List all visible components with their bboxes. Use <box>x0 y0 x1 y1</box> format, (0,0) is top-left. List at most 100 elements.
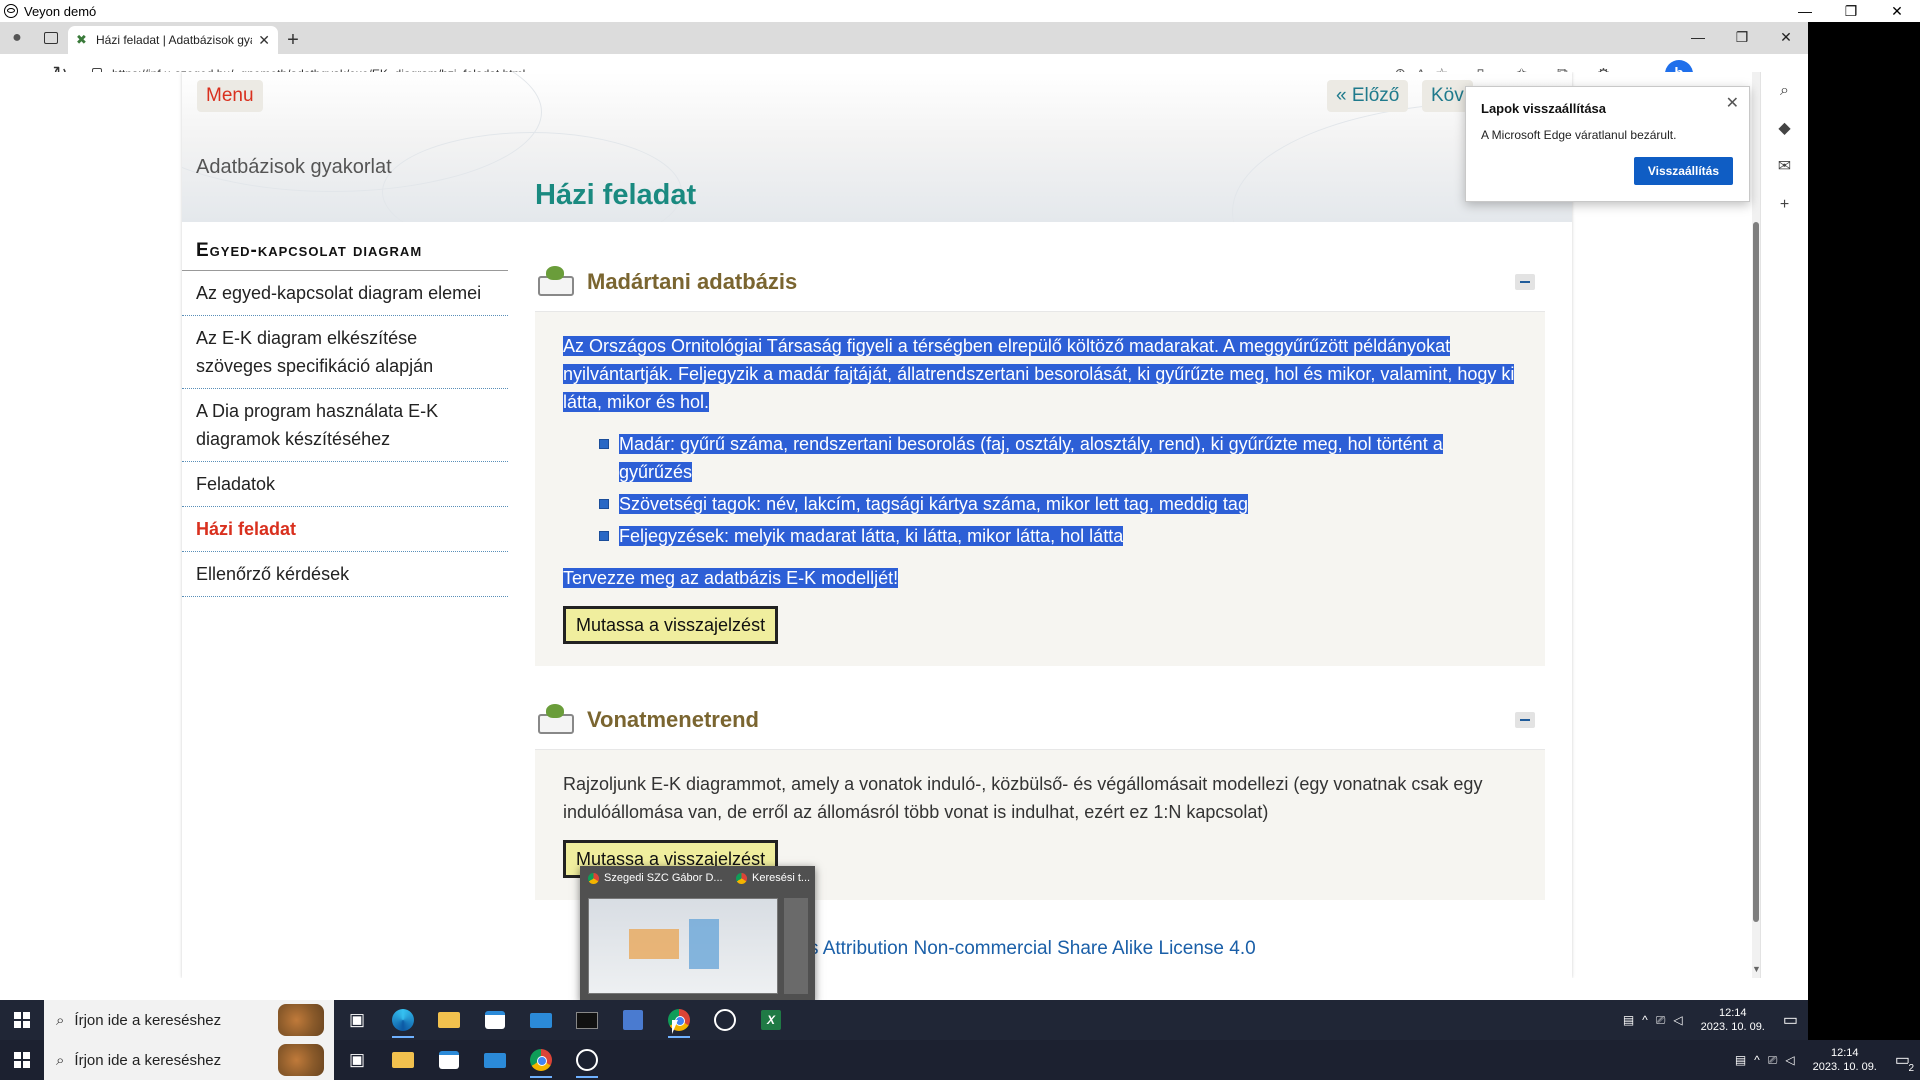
web-page: Menu « Előző Köv Adatbázisok gyakorlat H… <box>182 72 1572 978</box>
edge-window-controls: — ❐ ✕ <box>1676 22 1808 54</box>
page-viewport: Menu « Előző Köv Adatbázisok gyakorlat H… <box>0 72 1760 978</box>
veyon-titlebar: Veyon demó — ❐ ✕ <box>0 0 1920 22</box>
popup-title: Lapok visszaállítása <box>1481 101 1607 116</box>
veyon-icon[interactable] <box>564 1040 610 1080</box>
section-title: Vonatmenetrend <box>587 706 759 732</box>
attribute-list: Madár: gyűrű száma, rendszertani besorol… <box>599 430 1517 550</box>
outlook-icon[interactable]: ✉ <box>1761 148 1808 186</box>
save-icon[interactable] <box>610 1000 656 1040</box>
search-highlight-image <box>278 1044 324 1076</box>
windows-icon <box>14 1052 30 1068</box>
restore-tabs-popup: Lapok visszaállítása A Microsoft Edge vá… <box>1465 86 1750 202</box>
search-placeholder: Írjon ide a kereséshez <box>74 1051 222 1069</box>
store-icon[interactable] <box>472 1000 518 1040</box>
network-icon[interactable]: ⎚ <box>1656 1013 1666 1028</box>
veyon-icon[interactable] <box>702 1000 748 1040</box>
network-icon[interactable]: ⎚ <box>1768 1053 1778 1068</box>
start-button[interactable] <box>0 1040 44 1080</box>
system-tray: ▤ ^ ⎚ ◁ 12:14 2023. 10. 09. ▭ <box>1623 1000 1808 1040</box>
list-item: Madár: gyűrű száma, rendszertani besorol… <box>599 430 1517 486</box>
sidebar-item-tasks[interactable]: Feladatok <box>182 462 508 507</box>
sidebar-item-dia[interactable]: A Dia program használata E-K diagramok k… <box>182 389 508 462</box>
show-feedback-button[interactable]: Mutassa a visszajelzést <box>563 606 779 644</box>
popup-message: A Microsoft Edge váratlanul bezárult. <box>1481 128 1677 142</box>
edge-minimize-button[interactable]: — <box>1676 22 1720 54</box>
chrome-icon <box>588 872 599 884</box>
notification-icon[interactable]: ▭ <box>1783 1010 1798 1030</box>
store-icon[interactable] <box>426 1040 472 1080</box>
excel-icon[interactable]: X <box>748 1000 794 1040</box>
thumbnail-image-2 <box>784 898 808 994</box>
task-view-icon[interactable]: ▣ <box>334 1040 380 1080</box>
minimize-button[interactable]: — <box>1782 0 1828 22</box>
clock[interactable]: 12:14 2023. 10. 09. <box>1701 1006 1765 1034</box>
taskbar-search[interactable]: ⌕ Írjon ide a kereséshez <box>44 1000 334 1040</box>
restore-button[interactable]: Visszaállítás <box>1633 157 1733 185</box>
section-title: Madártani adatbázis <box>587 268 798 294</box>
taskbar-apps: ▣ X <box>334 1000 794 1040</box>
collapse-icon[interactable] <box>1515 274 1535 290</box>
sidebar-item-questions[interactable]: Ellenőrző kérdések <box>182 552 508 597</box>
file-explorer-icon[interactable] <box>426 1000 472 1040</box>
task-view-icon[interactable]: ▣ <box>334 1000 380 1040</box>
site-title[interactable]: Adatbázisok gyakorlat <box>196 156 392 179</box>
notification-icon[interactable]: ▭ 2 <box>1895 1050 1914 1074</box>
thumbnail-tab-1[interactable]: Szegedi SZC Gábor D... <box>588 872 728 884</box>
file-explorer-icon[interactable] <box>380 1040 426 1080</box>
clock[interactable]: 12:14 2023. 10. 09. <box>1813 1046 1877 1074</box>
close-button[interactable]: ✕ <box>1874 0 1920 22</box>
terminal-icon[interactable] <box>564 1000 610 1040</box>
sidebar-heading[interactable]: Egyed-kapcsolat diagram <box>182 222 508 271</box>
search-highlight-image <box>278 1004 324 1036</box>
thumbnail-tab-2[interactable]: Keresési t... <box>736 872 811 884</box>
section-bird-database: Madártani adatbázis Az Országos Ornitoló… <box>535 252 1545 666</box>
profile-icon[interactable]: ● <box>0 22 34 54</box>
keyboard-icon[interactable]: ▤ <box>1735 1053 1746 1067</box>
section-header: Madártani adatbázis <box>535 252 1545 312</box>
chrome-icon[interactable] <box>656 1000 702 1040</box>
previous-button[interactable]: « Előző <box>1327 80 1409 112</box>
volume-icon[interactable]: ◁ <box>1785 1053 1794 1067</box>
system-tray: ▤ ^ ⎚ ◁ 12:14 2023. 10. 09. ▭ 2 <box>1735 1040 1920 1080</box>
sidebar: Egyed-kapcsolat diagram Az egyed-kapcsol… <box>182 222 508 597</box>
mail-icon[interactable] <box>472 1040 518 1080</box>
veyon-icon <box>4 4 18 18</box>
tab-title: Házi feladat | Adatbázisok gyako <box>96 33 253 47</box>
taskbar-thumbnail-preview[interactable]: Szegedi SZC Gábor D... Keresési t... <box>580 866 815 1002</box>
volume-icon[interactable]: ◁ <box>1673 1013 1682 1027</box>
collapse-icon[interactable] <box>1515 712 1535 728</box>
sidebar-item-elements[interactable]: Az egyed-kapcsolat diagram elemei <box>182 271 508 316</box>
edge-restore-button[interactable]: ❐ <box>1720 22 1764 54</box>
show-hidden-icon[interactable]: ^ <box>1754 1053 1760 1067</box>
menu-button[interactable]: Menu <box>197 80 263 112</box>
veyon-title: Veyon demó <box>24 3 97 19</box>
mail-icon[interactable] <box>518 1000 564 1040</box>
main-content: Madártani adatbázis Az Országos Ornitoló… <box>535 252 1545 924</box>
keyboard-icon[interactable]: ▤ <box>1623 1013 1634 1027</box>
intro-text: Rajzoljunk E-K diagrammot, amely a vonat… <box>563 774 1483 822</box>
chrome-icon <box>736 872 747 884</box>
intro-text: Az Országos Ornitológiai Társaság figyel… <box>563 336 1515 412</box>
edge-icon[interactable] <box>380 1000 426 1040</box>
page-header: Menu « Előző Köv Adatbázisok gyakorlat H… <box>182 72 1572 222</box>
vertical-scrollbar[interactable]: ▼ <box>1752 72 1761 978</box>
tools-icon[interactable]: ◆ <box>1761 110 1808 148</box>
new-tab-button[interactable]: + <box>278 26 308 54</box>
taskbar-search[interactable]: ⌕ Írjon ide a kereséshez <box>44 1040 334 1080</box>
edge-sidebar: ⌕ ◆ ✉ + <box>1760 72 1808 978</box>
close-tab-icon[interactable]: ✕ <box>258 32 270 49</box>
add-icon[interactable]: + <box>1761 186 1808 224</box>
start-button[interactable] <box>0 1000 44 1040</box>
scrollbar-thumb[interactable] <box>1753 222 1759 922</box>
restore-button[interactable]: ❐ <box>1828 0 1874 22</box>
search-icon[interactable]: ⌕ <box>1761 72 1808 110</box>
edge-close-button[interactable]: ✕ <box>1764 22 1808 54</box>
tab-actions-icon[interactable] <box>34 22 68 54</box>
chrome-icon[interactable] <box>518 1040 564 1080</box>
popup-close-icon[interactable]: ✕ <box>1726 93 1739 113</box>
show-hidden-icon[interactable]: ^ <box>1642 1013 1648 1027</box>
sidebar-item-specification[interactable]: Az E-K diagram elkészítése szöveges spec… <box>182 316 508 389</box>
tab-active[interactable]: ✖ Házi feladat | Adatbázisok gyako ✕ <box>68 26 278 54</box>
sidebar-item-homework[interactable]: Házi feladat <box>182 507 508 552</box>
list-item: Feljegyzések: melyik madarat látta, ki l… <box>599 522 1517 550</box>
